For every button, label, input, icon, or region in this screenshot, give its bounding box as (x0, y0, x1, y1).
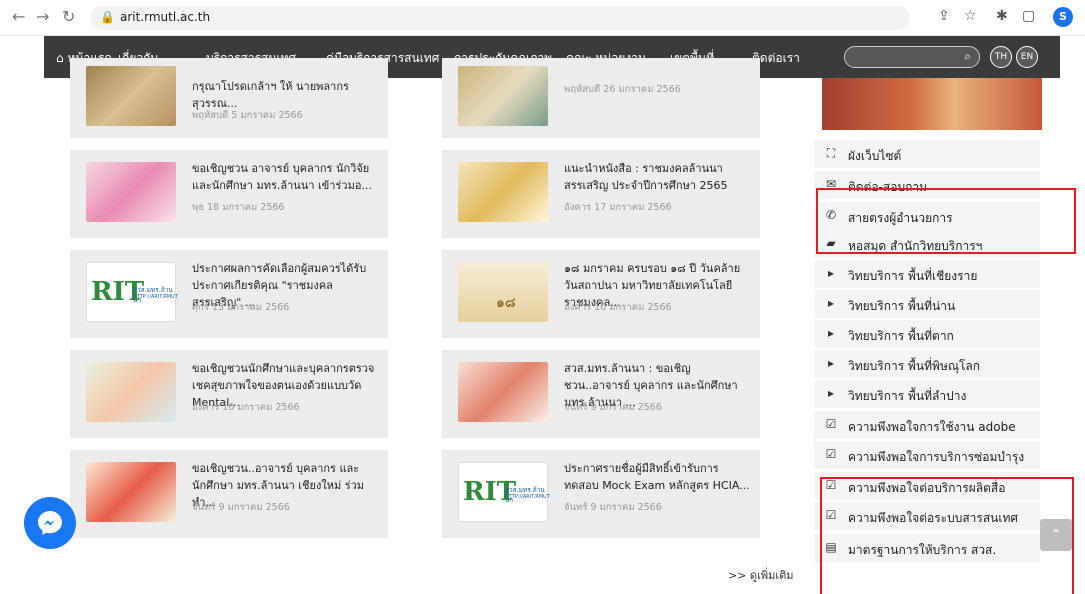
bookmark-star-icon[interactable]: ☆ (964, 8, 977, 24)
search-input[interactable]: ⌕ (844, 46, 980, 68)
messenger-icon (38, 511, 62, 535)
news-title[interactable]: ประกาศรายชื่อผู้มีสิทธิ์เข้ารับการทดสอบ … (564, 460, 750, 494)
see-more-link[interactable]: >> ดูเพิ่มเติม (728, 566, 794, 584)
sidebar-item[interactable]: ▸ วิทยบริการ พื้นที่เชียงราย (814, 260, 1040, 288)
sidebar-item-label: ความพึงพอใจการบริการซ่อมบำรุง (848, 450, 1025, 464)
news-date: อังคาร 10 มกราคม 2566 (192, 402, 300, 413)
news-card[interactable]: ขอเชิญชวนนักศึกษาและบุคลากรตรวจเชคสุขภาพ… (70, 350, 388, 438)
caret-right-icon: ▸ (827, 326, 835, 340)
news-card[interactable]: ขอเชิญชวน..อาจารย์ บุคลากร และนักศึกษา ม… (70, 450, 388, 538)
sidebar-item-label: ความพึงพอใจการใช้งาน adobe (848, 420, 1016, 434)
extensions-icon[interactable]: ✱ (996, 8, 1008, 24)
sidebar-item[interactable]: ☑ ความพึงพอใจการบริการซ่อมบำรุง (814, 441, 1040, 469)
sidebar-item-label: วิทยบริการ พื้นที่ตาก (848, 329, 954, 343)
lock-icon: 🔒 (100, 10, 115, 24)
lang-th-button[interactable]: TH (990, 46, 1012, 68)
scroll-to-top-button[interactable]: ⌃ (1040, 519, 1072, 551)
sitemap-icon: ⛶ (826, 146, 836, 160)
rit-logo-url: HTTP://ARIT.RMUT (505, 494, 550, 500)
news-thumbnail (86, 362, 176, 422)
news-card[interactable]: RIT สวส.มทร.ล้านนา HTTP://ARIT.RMUT ประก… (442, 450, 760, 538)
share-icon[interactable]: ⇪ (938, 8, 950, 24)
sidebar-item[interactable]: ▸ วิทยบริการ พื้นที่พิษณุโลก (814, 350, 1040, 378)
rit-logo-url: HTTP://ARIT.RMUT (133, 294, 178, 300)
highlight-box (820, 477, 1074, 594)
news-title[interactable]: ขอเชิญชวน อาจารย์ บุคลากร นักวิจัย และนั… (192, 160, 378, 194)
news-card[interactable]: ๑๘ ๑๘ มกราคม ครบรอบ ๑๘ ปี วันคล้ายวันสถา… (442, 250, 760, 338)
caret-right-icon: ▸ (827, 296, 835, 310)
search-icon[interactable]: ⌕ (964, 49, 971, 64)
highlight-box (816, 188, 1076, 254)
news-date: จันทร์ 9 มกราคม 2566 (564, 402, 662, 413)
sidebar-item-label: วิทยบริการ พื้นที่พิษณุโลก (848, 359, 981, 373)
check-square-icon: ☑ (825, 417, 837, 431)
news-card[interactable]: สวส.มทร.ล้านนา : ขอเชิญชวน..อาจารย์ บุคล… (442, 350, 760, 438)
news-card[interactable]: RIT สวส.มทร.ล้านนา HTTP://ARIT.RMUT ประก… (70, 250, 388, 338)
anniversary-mark: ๑๘ (496, 295, 516, 311)
news-thumbnail (86, 462, 176, 522)
caret-right-icon: ▸ (827, 356, 835, 370)
reload-icon[interactable]: ↻ (62, 7, 75, 26)
messenger-chat-button[interactable] (24, 497, 76, 549)
news-card[interactable]: กรุณาโปรดเกล้าฯ ให้ นายพลากร สุวรรณ... พ… (70, 58, 388, 138)
news-card[interactable]: แนะนำหนังสือ : ราชมงคลล้านนาสรรเสริญ ประ… (442, 150, 760, 238)
news-date: พฤหัสบดี 5 มกราคม 2566 (192, 110, 303, 121)
news-thumbnail: RIT สวส.มทร.ล้านนา HTTP://ARIT.RMUT (458, 462, 550, 522)
news-thumbnail: RIT สวส.มทร.ล้านนา HTTP://ARIT.RMUT (86, 262, 178, 322)
news-date: พฤหัสบดี 26 มกราคม 2566 (564, 84, 681, 95)
url-text: arit.rmutl.ac.th (120, 10, 211, 24)
sidebar-item[interactable]: ⛶ ผังเว็บไซต์ (814, 140, 1040, 168)
caret-right-icon: ▸ (827, 386, 835, 400)
news-date: อังคาร 10 มกราคม 2566 (564, 302, 672, 313)
sidebar-item[interactable]: ▸ วิทยบริการ พื้นที่ตาก (814, 320, 1040, 348)
sidebar-item[interactable]: ▸ วิทยบริการ พื้นที่น่าน (814, 290, 1040, 318)
news-date: อังคาร 17 มกราคม 2566 (564, 202, 672, 213)
news-thumbnail (458, 362, 548, 422)
news-thumbnail (86, 162, 176, 222)
back-icon[interactable]: ← (12, 7, 25, 26)
news-date: จันทร์ 9 มกราคม 2566 (564, 502, 662, 513)
address-bar[interactable]: 🔒 arit.rmutl.ac.th (90, 6, 910, 30)
news-date: ศุกร์ 13 มกราคม 2566 (192, 302, 290, 313)
profile-avatar[interactable]: S (1053, 7, 1073, 27)
sidebar-item-label: วิทยบริการ พื้นที่ลำปาง (848, 389, 967, 403)
sidebar-item-label: วิทยบริการ พื้นที่น่าน (848, 299, 956, 313)
lang-en-button[interactable]: EN (1016, 46, 1038, 68)
news-thumbnail: ๑๘ (458, 262, 548, 322)
news-date: จันทร์ 9 มกราคม 2566 (192, 502, 290, 513)
forward-icon[interactable]: → (36, 7, 49, 26)
news-date: พุธ 18 มกราคม 2566 (192, 202, 285, 213)
news-thumbnail (458, 66, 548, 126)
sidebar-item-label: ผังเว็บไซต์ (848, 149, 902, 163)
caret-right-icon: ▸ (827, 266, 835, 280)
side-panel-icon[interactable]: ▢ (1022, 8, 1035, 24)
check-square-icon: ☑ (825, 447, 837, 461)
news-grid: กรุณาโปรดเกล้าฯ ให้ นายพลากร สุวรรณ... พ… (44, 58, 804, 594)
home-icon: ⌂ (56, 51, 64, 65)
chevron-up-icon: ⌃ (1050, 527, 1062, 543)
browser-toolbar: ← → ↻ 🔒 arit.rmutl.ac.th ⇪ ☆ ✱ ▢ S (0, 0, 1085, 36)
sidebar-item-label: วิทยบริการ พื้นที่เชียงราย (848, 269, 978, 283)
news-card[interactable]: ขอเชิญชวน อาจารย์ บุคลากร นักวิจัย และนั… (70, 150, 388, 238)
sidebar-item[interactable]: ☑ ความพึงพอใจการใช้งาน adobe (814, 411, 1040, 439)
news-thumbnail (458, 162, 548, 222)
news-title[interactable]: กรุณาโปรดเกล้าฯ ให้ นายพลากร สุวรรณ... (192, 78, 378, 112)
news-title[interactable]: แนะนำหนังสือ : ราชมงคลล้านนาสรรเสริญ ประ… (564, 160, 750, 194)
news-card[interactable]: พฤหัสบดี 26 มกราคม 2566 (442, 58, 760, 138)
sidebar-banner-image (822, 78, 1042, 130)
sidebar-item[interactable]: ▸ วิทยบริการ พื้นที่ลำปาง (814, 380, 1040, 408)
news-thumbnail (86, 66, 176, 126)
